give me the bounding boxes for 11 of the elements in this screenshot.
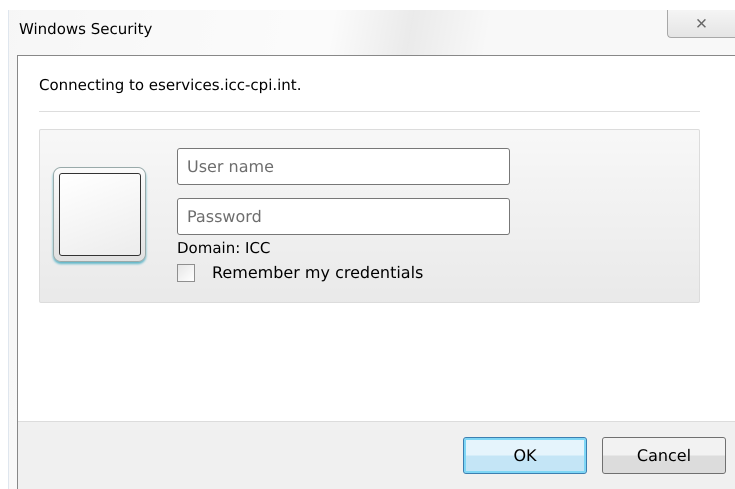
connection-message: Connecting to eservices.icc-cpi.int. xyxy=(39,76,302,94)
password-field[interactable]: Password xyxy=(177,198,510,235)
cancel-button[interactable]: Cancel xyxy=(602,437,726,474)
remember-label[interactable]: Remember my credentials xyxy=(212,263,424,282)
ok-button[interactable]: OK xyxy=(463,437,587,474)
window-title: Windows Security xyxy=(19,20,152,38)
close-button[interactable]: × xyxy=(667,10,735,38)
username-field[interactable]: User name xyxy=(177,148,510,185)
user-tile-icon xyxy=(53,167,146,262)
domain-label: Domain: ICC xyxy=(177,239,272,257)
remember-checkbox[interactable] xyxy=(177,264,195,282)
